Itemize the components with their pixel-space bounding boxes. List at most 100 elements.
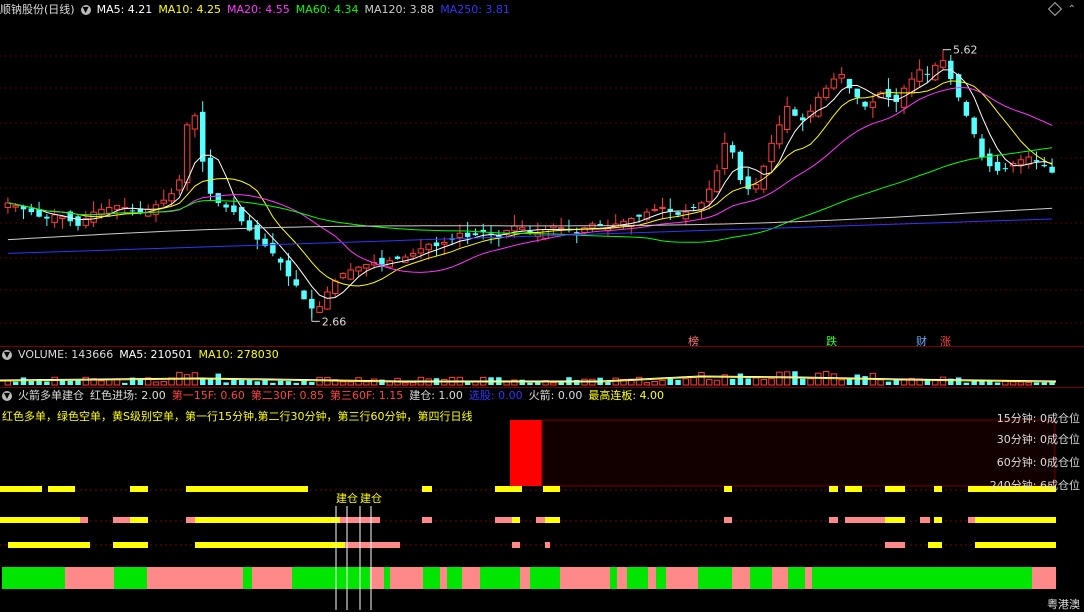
ma10-label: MA10: 4.25 xyxy=(158,3,222,16)
select-label: 选股: 0.00 xyxy=(468,389,523,402)
signal-strip-daily xyxy=(627,567,648,589)
candle xyxy=(285,260,292,277)
signal-bar-60min xyxy=(928,542,942,548)
chevron-up-icon[interactable]: ⌃ xyxy=(1068,4,1076,15)
volume-bar xyxy=(347,381,354,386)
signal-strip-daily xyxy=(1032,567,1056,589)
ma60-label: MA60: 4.34 xyxy=(295,3,359,16)
candle xyxy=(729,145,736,153)
volume-bar xyxy=(745,378,751,385)
candle xyxy=(223,204,229,208)
expand-toggle-icon[interactable]: ▼ xyxy=(80,5,91,15)
volume-ma5-label: MA5: 210501 xyxy=(119,348,193,361)
candle xyxy=(75,216,81,226)
volume-bar xyxy=(277,380,284,385)
candle xyxy=(331,280,339,295)
signal-strip-daily xyxy=(812,567,829,589)
signal-strip-daily xyxy=(666,567,698,589)
candle xyxy=(869,101,877,108)
volume-bar xyxy=(254,381,260,385)
candle xyxy=(830,78,838,89)
signal-bar-60min xyxy=(512,542,520,548)
candle xyxy=(417,248,425,254)
signal-strip-daily xyxy=(829,567,1032,589)
signal-bar-60min xyxy=(113,542,148,548)
candlestick-chart[interactable]: 5.62 2.66 xyxy=(0,18,1084,346)
volume-toggle-icon[interactable]: ▼ xyxy=(2,350,12,360)
volume-bar xyxy=(1025,381,1032,386)
red-entry-label: 红色进场: 2.00 xyxy=(90,389,166,402)
signal-bar-15min xyxy=(186,486,308,492)
volume-bar xyxy=(238,379,245,385)
candle xyxy=(527,231,533,233)
candle xyxy=(862,101,868,107)
volume-bar xyxy=(309,381,315,385)
volume-bar xyxy=(1033,382,1040,385)
signal-bar-15min xyxy=(885,486,905,492)
volume-bar xyxy=(183,374,191,386)
candle xyxy=(425,243,432,251)
volume-bar xyxy=(270,382,276,385)
indicator-chart[interactable]: 建仓 建仓 xyxy=(0,406,1084,612)
candle xyxy=(51,214,58,223)
signal-bar-30min xyxy=(885,517,905,523)
volume-bar xyxy=(682,378,690,386)
build-marker-label: 建仓 xyxy=(336,491,358,505)
volume-bar xyxy=(246,379,253,385)
signal-strip-daily xyxy=(370,567,384,589)
signal-strip-daily xyxy=(423,567,440,589)
row-240min-label: 240分钟: 6成仓位 xyxy=(989,479,1080,492)
volume-bar xyxy=(402,382,409,386)
signal-strip-daily xyxy=(788,567,805,589)
volume-bar xyxy=(67,380,73,385)
signal-strip-daily xyxy=(384,567,390,589)
volume-chart[interactable] xyxy=(0,364,1084,386)
candle xyxy=(472,233,479,236)
volume-bar xyxy=(667,378,673,385)
signal-strip-daily xyxy=(292,567,370,589)
candle xyxy=(706,188,713,203)
candle xyxy=(979,138,985,158)
candle xyxy=(557,227,565,230)
candle xyxy=(355,266,362,272)
signal-bar-60min xyxy=(345,542,400,548)
volume-bar xyxy=(75,380,81,385)
candle xyxy=(339,273,347,279)
candle xyxy=(309,298,315,309)
candle xyxy=(924,73,931,75)
candle xyxy=(363,263,370,269)
volume-bar xyxy=(815,372,822,386)
volume-bar xyxy=(285,381,292,385)
candle xyxy=(939,60,947,68)
candle xyxy=(379,257,385,265)
stock-title: 顺钠股份(日线) xyxy=(0,3,75,16)
volume-bar xyxy=(82,376,90,386)
diamond-icon[interactable] xyxy=(1047,1,1063,17)
volume-label: VOLUME: 143666 xyxy=(18,348,114,361)
signal-bar-30min xyxy=(130,517,148,523)
signal-bar-15min xyxy=(422,486,432,492)
candle xyxy=(721,142,729,170)
signal-bar-60min xyxy=(885,542,905,548)
signal-strip-daily xyxy=(462,567,480,589)
signal-bar-30min xyxy=(80,517,88,523)
candle xyxy=(28,208,35,213)
indicator-toggle-icon[interactable]: ▼ xyxy=(2,391,12,401)
volume-bar xyxy=(987,381,993,385)
candle xyxy=(215,193,222,203)
signal-strip-daily xyxy=(530,567,560,589)
candle xyxy=(246,220,253,231)
indicator-title: 火箭多单建仓 xyxy=(18,389,84,402)
signal-bar-30min xyxy=(968,517,975,523)
build-label: 建仓: 1.00 xyxy=(409,389,463,402)
signal-bar-15min xyxy=(845,486,862,492)
volume-bar xyxy=(706,379,713,386)
candle xyxy=(394,256,401,259)
signal-strip-daily xyxy=(440,567,447,589)
signal-strip-daily xyxy=(560,567,610,589)
volume-bar xyxy=(783,371,791,386)
signal-bar-30min xyxy=(845,517,885,523)
volume-bar xyxy=(862,376,868,385)
volume-bar xyxy=(363,381,370,386)
candle xyxy=(885,89,892,98)
